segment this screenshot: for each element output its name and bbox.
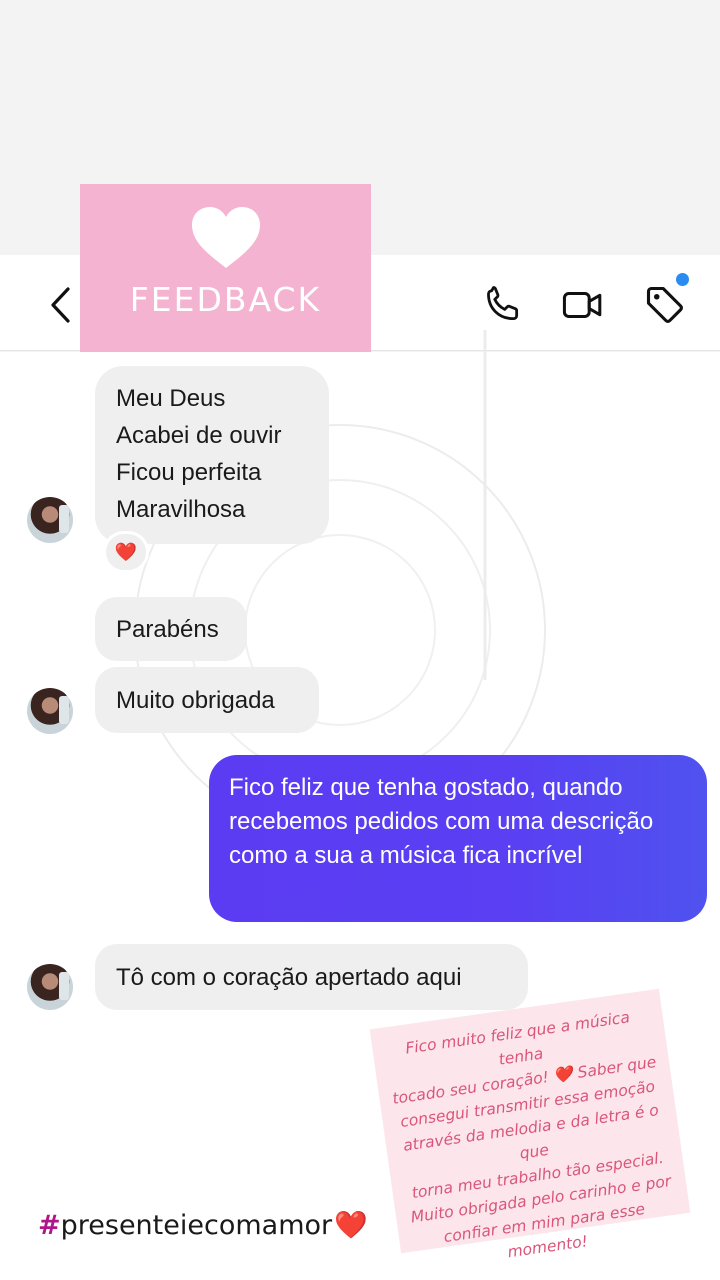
avatar[interactable] (27, 497, 73, 543)
hashtag-sticker: # presenteiecomamor ❤️ (20, 1200, 368, 1250)
notification-dot (676, 273, 689, 286)
message-bubble-incoming[interactable]: Parabéns (95, 597, 247, 661)
feedback-label: FEEDBACK (129, 280, 322, 319)
heart-reaction-icon: ❤️ (114, 541, 138, 562)
message-text: Tô com o coração apertado aqui (116, 963, 462, 991)
message-line: Ficou perfeita (116, 459, 262, 486)
hashtag-symbol: # (38, 1209, 61, 1241)
back-chevron-icon (51, 287, 70, 323)
message-bubble-incoming[interactable]: Muito obrigada (95, 667, 319, 733)
message-bubble-incoming[interactable]: Meu Deus Acabei de ouvir Ficou perfeita … (95, 366, 329, 544)
heart-emoji-icon: ❤️ (334, 1210, 368, 1241)
message-text: Muito obrigada (116, 686, 275, 714)
message-text: Fico feliz que tenha gostado, quando rec… (229, 774, 654, 869)
heart-icon (191, 207, 260, 268)
message-bubble-incoming[interactable]: Tô com o coração apertado aqui (95, 944, 528, 1010)
message-line: Meu Deus (116, 385, 226, 412)
heart-reaction[interactable]: ❤️ (103, 531, 149, 573)
message-text: Parabéns (116, 615, 219, 643)
reply-note-sticker: Fico muito feliz que a música tenha toca… (369, 988, 691, 1261)
tag-icon (646, 286, 683, 323)
back-button[interactable] (40, 283, 80, 327)
message-line: Maravilhosa (116, 496, 246, 523)
message-line: Acabei de ouvir (116, 422, 282, 449)
message-bubble-outgoing[interactable]: Fico feliz que tenha gostado, quando rec… (209, 755, 707, 922)
avatar[interactable] (27, 688, 73, 734)
hashtag-text: presenteiecomamor (60, 1209, 333, 1241)
avatar[interactable] (27, 964, 73, 1010)
tag-button[interactable] (642, 282, 688, 328)
